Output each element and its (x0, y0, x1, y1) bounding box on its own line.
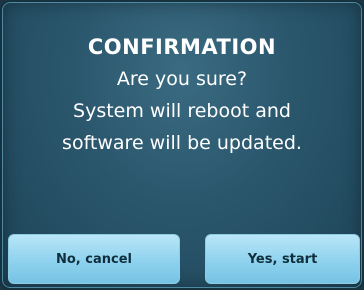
confirm-button-label: Yes, start (247, 251, 318, 267)
confirmation-dialog: CONFIRMATION Are you sure? System will r… (0, 0, 364, 290)
cancel-button[interactable]: No, cancel (8, 234, 180, 284)
confirm-start-button[interactable]: Yes, start (205, 234, 360, 284)
cancel-button-label: No, cancel (56, 251, 132, 267)
message-line-1: Are you sure? (116, 68, 248, 90)
message-line-2: System will reboot and (73, 100, 291, 122)
message-line-3: software will be updated. (62, 132, 302, 154)
dialog-title: CONFIRMATION (87, 35, 277, 59)
